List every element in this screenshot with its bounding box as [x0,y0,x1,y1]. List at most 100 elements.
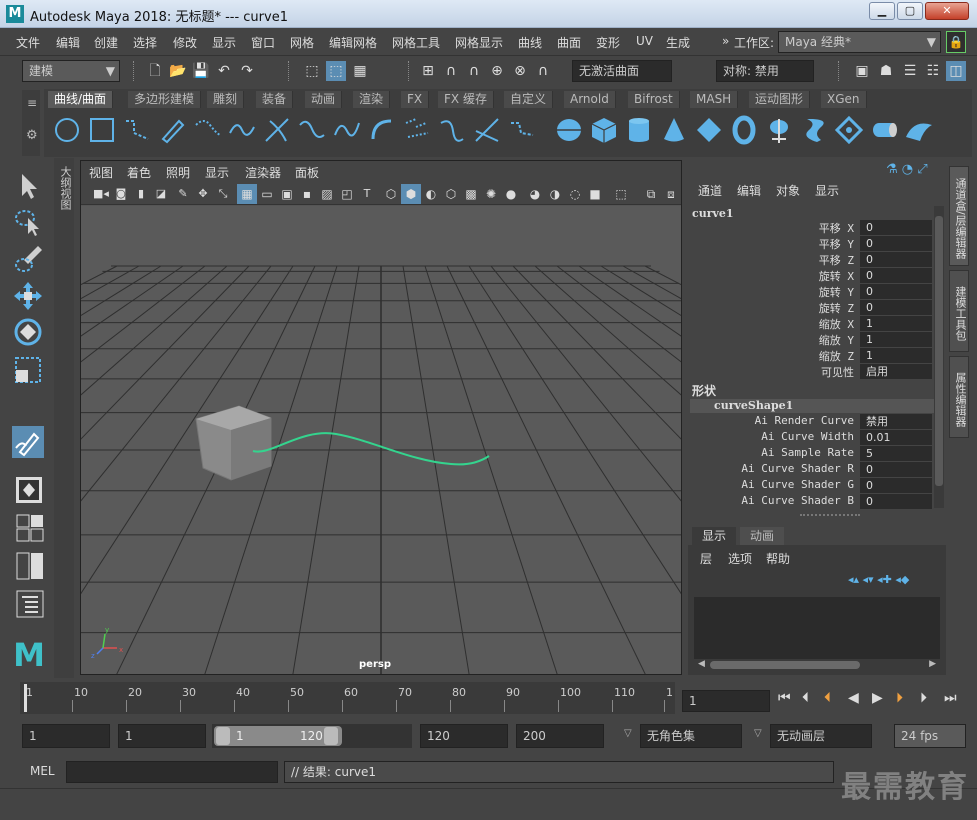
resolution-gate-icon[interactable]: ▣ [277,184,297,204]
range-end-handle[interactable] [324,727,338,745]
grease-pencil-icon[interactable]: ✎ [173,184,193,204]
tab-poly-modeling[interactable]: 多边形建模 [128,91,202,108]
channel-label[interactable]: 旋转 X [798,268,854,284]
channel-value-field[interactable]: 1 [860,332,932,347]
viewport-scene[interactable]: x y z persp [81,206,681,674]
character-set-field[interactable]: 无角色集 [640,724,742,748]
move-tool-icon[interactable] [12,280,44,312]
planar-icon[interactable] [834,115,864,145]
rebuild-curve-icon[interactable] [437,115,467,145]
layer-tab-animation[interactable]: 动画 [740,527,784,545]
extend-curve-icon[interactable] [367,115,397,145]
camera-icon[interactable]: ■◂ [91,184,111,204]
default-material-icon[interactable]: ◐ [421,184,441,204]
tab-motion-graphics[interactable]: 运动图形 [749,91,811,108]
wireframe-on-shaded-icon[interactable]: ⬡ [441,184,461,204]
insert-knot-icon[interactable] [332,115,362,145]
grid-toggle-icon[interactable]: ▦ [237,184,257,204]
ep-curve-icon[interactable] [192,115,222,145]
shadows-icon[interactable]: ● [501,184,521,204]
tab-animation[interactable]: 动画 [305,91,343,108]
tab-fx[interactable]: FX [401,91,430,108]
revolve-icon[interactable] [764,115,794,145]
lock-icon[interactable]: 🔒 [946,31,966,53]
attach-curves-icon[interactable] [262,115,292,145]
shape-attr-label[interactable]: Ai Curve Shader B [722,494,854,507]
cv-curve-icon[interactable] [122,115,152,145]
shape-attr-label[interactable]: Ai Curve Width [722,430,854,443]
2d-pan-icon[interactable]: ✥ [193,184,213,204]
command-input[interactable] [66,761,278,783]
menu-mesh[interactable]: 网格 [290,34,314,51]
nurbs-cone-icon[interactable] [659,115,689,145]
anti-aliasing-icon[interactable]: ◌ [565,184,585,204]
tab-rendering[interactable]: 渲染 [353,91,391,108]
channel-label[interactable]: 缩放 Z [798,348,854,364]
cb-menu-object[interactable]: 对象 [776,182,800,199]
snap-view-plane-icon[interactable]: ⊕ [487,61,507,81]
detach-curves-icon[interactable] [297,115,327,145]
minimize-button[interactable]: ▁ [869,2,895,20]
xray-icon[interactable]: ⧉ [641,184,661,204]
nurbs-cube-icon[interactable] [589,115,619,145]
channel-label[interactable]: 旋转 Z [798,300,854,316]
primitive-cube[interactable] [195,405,272,481]
birail-icon[interactable] [904,115,934,145]
step-back-icon[interactable]: ⏴ [802,690,809,706]
shape-attr-value-field[interactable]: 禁用 [860,414,932,429]
pencil-curve-icon[interactable] [157,115,187,145]
shape-attr-value-field[interactable]: 0 [860,462,932,477]
shape-attr-value-field[interactable]: 0 [860,494,932,509]
tab-custom[interactable]: 自定义 [504,91,554,108]
go-to-start-icon[interactable]: ⏮ [778,690,791,706]
step-forward-icon[interactable]: ⏵ [920,690,927,706]
anim-layer-field[interactable]: 无动画层 [770,724,872,748]
channel-label[interactable]: 平移 Y [798,236,854,252]
tab-rigging[interactable]: 装备 [256,91,294,108]
playback-end-field[interactable]: 120 [420,724,508,748]
nurbs-sphere-icon[interactable] [554,115,584,145]
two-pane-layout-icon[interactable] [16,552,44,580]
lights-icon[interactable]: ✺ [481,184,501,204]
last-tool-button[interactable] [12,426,44,458]
cb-menu-channels[interactable]: 通道 [698,182,722,199]
redo-icon[interactable]: ↷ [237,61,257,81]
menu-select[interactable]: 选择 [133,34,157,51]
offset-curve-icon[interactable] [402,115,432,145]
image-plane-icon[interactable]: ◪ [151,184,171,204]
vp-menu-shading[interactable]: 着色 [127,164,151,181]
layer-scrollbar[interactable]: ◀ ▶ [694,659,940,671]
cb-menu-edit[interactable]: 编辑 [737,182,761,199]
channel-value-field[interactable]: 1 [860,348,932,363]
snap-curve-icon[interactable]: ∩ [441,61,461,81]
range-start-handle[interactable] [216,727,230,745]
layer-actions-icon[interactable]: ◂▴ ◂▾ ◂✚ ◂◆ [848,573,909,586]
channel-label[interactable]: 旋转 Y [798,284,854,300]
channel-value-field[interactable]: 0 [860,236,932,251]
textured-icon[interactable]: ▩ [461,184,481,204]
isolate-select-icon[interactable]: ⬚ [611,184,631,204]
shape-attr-value-field[interactable]: 0 [860,478,932,493]
extrude-icon[interactable] [869,115,899,145]
outliner-side-tab[interactable]: 大纲视图 [54,158,74,678]
shape-attr-value-field[interactable]: 0.01 [860,430,932,445]
tool-settings-icon[interactable]: ☷ [923,61,943,81]
snap-grid-icon[interactable]: ⊞ [418,61,438,81]
open-scene-icon[interactable]: 📂 [168,61,188,81]
menu-modify[interactable]: 修改 [173,34,197,51]
nurbs-plane-icon[interactable] [694,115,724,145]
menu-file[interactable]: 文件 [16,34,40,51]
select-tool-icon[interactable] [12,170,44,202]
tab-xgen[interactable]: XGen [821,91,867,108]
tab-channel-box-layer-editor[interactable]: 通道盒/层编辑器 [949,166,969,266]
make-live-icon[interactable]: ∩ [533,61,553,81]
menu-create[interactable]: 创建 [94,34,118,51]
menu-curves[interactable]: 曲线 [518,34,542,51]
chevron-down-icon[interactable]: ▽ [624,728,632,739]
outliner-layout-icon[interactable] [16,590,44,618]
menu-icon[interactable]: ≡ [27,96,37,110]
fps-dropdown[interactable]: 24 fps [894,724,966,748]
channel-value-field[interactable]: 0 [860,284,932,299]
tab-mash[interactable]: MASH [690,91,739,108]
safe-title-icon[interactable]: T [357,184,377,204]
